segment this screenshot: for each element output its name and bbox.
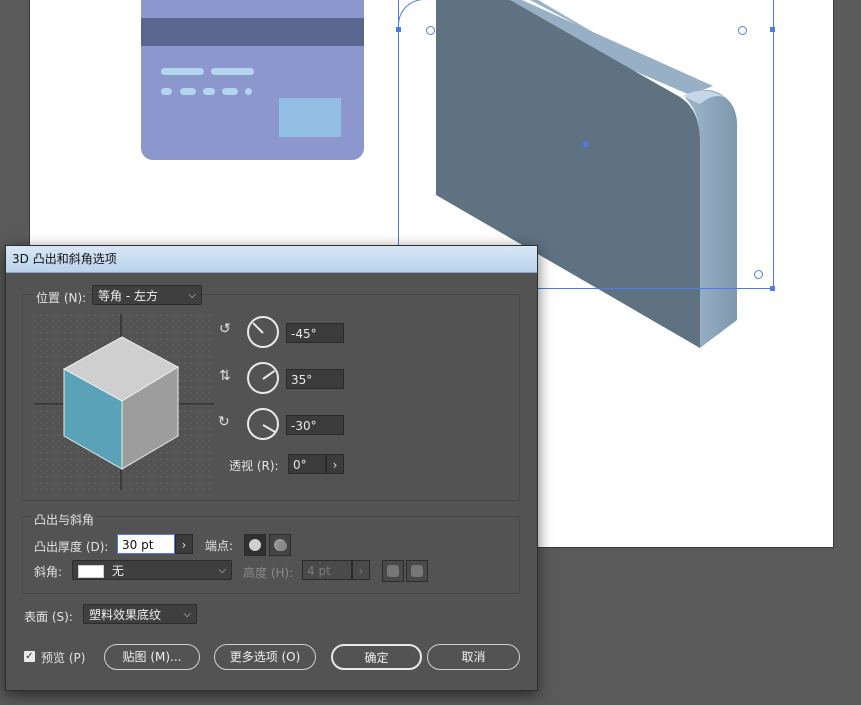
- height-field[interactable]: 4 pt: [302, 560, 352, 580]
- cap-on-button[interactable]: [244, 534, 266, 556]
- arrow-right-icon: ›: [332, 458, 338, 472]
- corner-radius-widget[interactable]: [738, 26, 747, 35]
- perspective-label: 透视 (R):: [229, 459, 279, 473]
- bevel-select[interactable]: 无 ⌵: [72, 560, 232, 580]
- position-select[interactable]: 等角 - 左方 ⌵: [92, 285, 202, 305]
- cap-label: 端点:: [205, 539, 234, 553]
- bevel-select-value: 无: [111, 564, 124, 578]
- y-axis-rotate-icon: ⇅: [219, 368, 231, 384]
- extrude-depth-label: 凸出厚度 (D):: [34, 540, 109, 554]
- dial-needle: [252, 322, 264, 334]
- z-axis-rotate-icon: ↻: [218, 414, 230, 430]
- dial-needle: [262, 424, 276, 433]
- z-rotation-field[interactable]: -30°: [286, 415, 344, 435]
- bevel-extent-out-button[interactable]: [406, 560, 428, 582]
- surface-select[interactable]: 塑料效果底纹 ⌵: [83, 604, 197, 624]
- preview-label: 预览 (P): [41, 651, 86, 665]
- 3d-extrude-bevel-dialog: 3D 凸出和斜角选项 位置 (N): 等角 - 左方 ⌵ ↺ -45° ⇅ 35…: [5, 245, 538, 691]
- dialog-title[interactable]: 3D 凸出和斜角选项: [6, 246, 537, 273]
- position-label: 位置 (N):: [34, 289, 89, 306]
- y-rotation-field[interactable]: 35°: [286, 369, 344, 389]
- extrude-depth-field[interactable]: 30 pt: [117, 534, 175, 554]
- chevron-down-icon: ⌵: [188, 290, 196, 301]
- ok-button[interactable]: 确定: [331, 644, 422, 670]
- height-label: 高度 (H):: [243, 566, 294, 580]
- bevel-label: 斜角:: [34, 565, 63, 579]
- corner-radius-widget[interactable]: [426, 26, 435, 35]
- bevel-extent-in-icon: [387, 565, 399, 577]
- cancel-button[interactable]: 取消: [427, 644, 520, 670]
- chevron-down-icon: ⌵: [183, 609, 191, 620]
- selection-handle[interactable]: [770, 27, 775, 32]
- extrude-depth-slider-button[interactable]: ›: [175, 534, 193, 554]
- selection-handle[interactable]: [770, 286, 775, 291]
- preview-checkbox[interactable]: ✓: [24, 651, 35, 662]
- cap-off-inner: [277, 541, 287, 551]
- selection-corner: [398, 0, 439, 30]
- map-art-button[interactable]: 贴图 (M)...: [104, 644, 200, 670]
- surface-select-value: 塑料效果底纹: [89, 608, 162, 622]
- z-rotation-dial[interactable]: [247, 408, 279, 440]
- extrude-section-title: 凸出与斜角: [32, 511, 97, 528]
- arrow-right-icon: ›: [181, 538, 187, 552]
- selection-center-point[interactable]: [583, 142, 588, 147]
- cap-off-button[interactable]: [269, 534, 291, 556]
- height-slider-button[interactable]: ›: [352, 560, 370, 580]
- bevel-extent-out-icon: [411, 565, 423, 577]
- rotation-cube-preview[interactable]: [34, 314, 214, 490]
- perspective-field[interactable]: 0°: [288, 454, 326, 474]
- x-rotation-dial[interactable]: [247, 316, 279, 348]
- chevron-down-icon: ⌵: [218, 565, 226, 576]
- cap-on-icon: [249, 539, 261, 551]
- x-rotation-field[interactable]: -45°: [286, 323, 344, 343]
- bevel-swatch: [78, 565, 104, 578]
- dial-needle: [262, 370, 276, 380]
- more-options-button[interactable]: 更多选项 (O): [214, 644, 316, 670]
- corner-radius-widget[interactable]: [754, 270, 763, 279]
- arrow-right-icon: ›: [358, 564, 364, 578]
- y-rotation-dial[interactable]: [247, 362, 279, 394]
- selection-handle[interactable]: [396, 27, 401, 32]
- surface-label: 表面 (S):: [24, 610, 73, 624]
- x-axis-rotate-icon: ↺: [219, 321, 231, 337]
- bevel-extent-in-button[interactable]: [382, 560, 404, 582]
- perspective-slider-button[interactable]: ›: [326, 454, 344, 474]
- position-select-value: 等角 - 左方: [98, 289, 158, 303]
